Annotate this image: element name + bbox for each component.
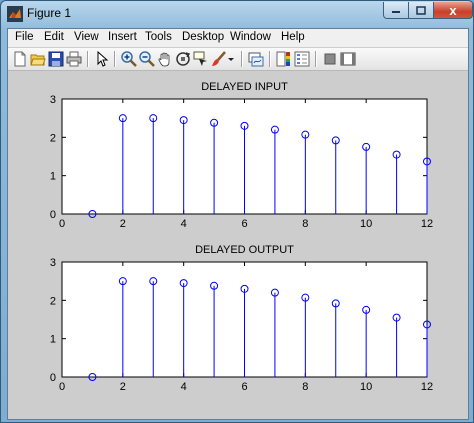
minimize-icon <box>392 11 400 13</box>
y-tick-label: 1 <box>50 171 56 183</box>
rotate-3d-icon[interactable] <box>175 51 191 67</box>
menu-window[interactable]: Window <box>230 31 271 43</box>
insert-legend-icon[interactable] <box>294 51 310 67</box>
toolbar-separator <box>269 51 271 67</box>
y-tick-label: 2 <box>50 295 56 307</box>
y-tick-label: 1 <box>50 334 56 346</box>
x-tick-label: 6 <box>241 218 247 230</box>
x-tick-label: 12 <box>421 381 433 393</box>
x-tick-label: 10 <box>360 381 372 393</box>
edit-plot-arrow-icon[interactable] <box>94 51 110 67</box>
insert-colorbar-icon[interactable] <box>276 51 292 67</box>
maximize-button[interactable] <box>408 2 434 19</box>
save-icon[interactable] <box>48 51 64 67</box>
stem-plots[interactable]: DELAYED INPUT0 2 4 6 8 10 120123DELAYED OUTPUT… <box>8 71 468 419</box>
new-figure-icon[interactable] <box>12 51 28 67</box>
pan-hand-icon[interactable] <box>157 51 173 67</box>
title-bar[interactable]: Figure 1 x <box>1 1 473 27</box>
maximize-icon <box>416 5 426 15</box>
x-tick-label: 12 <box>421 218 433 230</box>
x-tick-label: 10 <box>360 218 372 230</box>
zoom-out-icon[interactable] <box>139 51 155 67</box>
axes-title: DELAYED INPUT <box>201 81 288 93</box>
figure-toolbar <box>8 48 468 71</box>
hide-plot-tools-icon[interactable] <box>322 51 338 67</box>
menu-desktop[interactable]: Desktop <box>182 31 224 43</box>
x-tick-label: 2 <box>120 218 126 230</box>
window-title: Figure 1 <box>27 6 72 20</box>
plot-area: DELAYED INPUT 0 2 4 6 8 10 12 0 1 2 3 DELAYED OUTPUT… <box>8 71 468 419</box>
brush-dropdown-icon[interactable] <box>227 51 235 67</box>
x-tick-label: 2 <box>120 381 126 393</box>
menu-file[interactable]: File <box>15 31 34 43</box>
y-tick-label: 3 <box>50 94 56 106</box>
menu-insert[interactable]: Insert <box>108 31 137 43</box>
menu-tools[interactable]: Tools <box>145 31 172 43</box>
y-tick-label: 3 <box>50 257 56 269</box>
menu-edit[interactable]: Edit <box>44 31 64 43</box>
axes-title: DELAYED OUTPUT <box>195 244 294 256</box>
minimize-button[interactable] <box>383 2 409 19</box>
x-tick-label: 4 <box>181 218 187 230</box>
open-file-icon[interactable] <box>30 51 46 67</box>
close-button[interactable]: x <box>433 2 473 19</box>
toolbar-separator <box>114 51 116 67</box>
figure-window: Figure 1 x File Edit View Insert Tools D… <box>0 0 474 423</box>
x-tick-label: 8 <box>302 218 308 230</box>
link-plot-icon[interactable] <box>248 51 264 67</box>
matlab-logo-icon <box>7 6 23 22</box>
brush-icon[interactable] <box>211 51 227 67</box>
close-icon: x <box>449 2 457 18</box>
menu-help[interactable]: Help <box>281 31 305 43</box>
x-tick-label: 6 <box>241 381 247 393</box>
data-cursor-icon[interactable] <box>193 51 209 67</box>
menu-view[interactable]: View <box>74 31 99 43</box>
show-plot-tools-icon[interactable] <box>340 51 356 67</box>
toolbar-separator <box>315 51 317 67</box>
print-icon[interactable] <box>66 51 82 67</box>
x-tick-label: 0 <box>59 218 65 230</box>
toolbar-separator <box>241 51 243 67</box>
y-tick-label: 2 <box>50 132 56 144</box>
x-tick-label: 4 <box>181 381 187 393</box>
x-tick-label: 0 <box>59 381 65 393</box>
zoom-in-icon[interactable] <box>121 51 137 67</box>
menu-bar: File Edit View Insert Tools Desktop Wind… <box>8 29 468 47</box>
y-tick-label: 0 <box>50 372 56 384</box>
figure-client: File Edit View Insert Tools Desktop Wind… <box>7 28 469 420</box>
y-tick-label: 0 <box>50 209 56 221</box>
toolbar-separator <box>87 51 89 67</box>
x-tick-label: 8 <box>302 381 308 393</box>
